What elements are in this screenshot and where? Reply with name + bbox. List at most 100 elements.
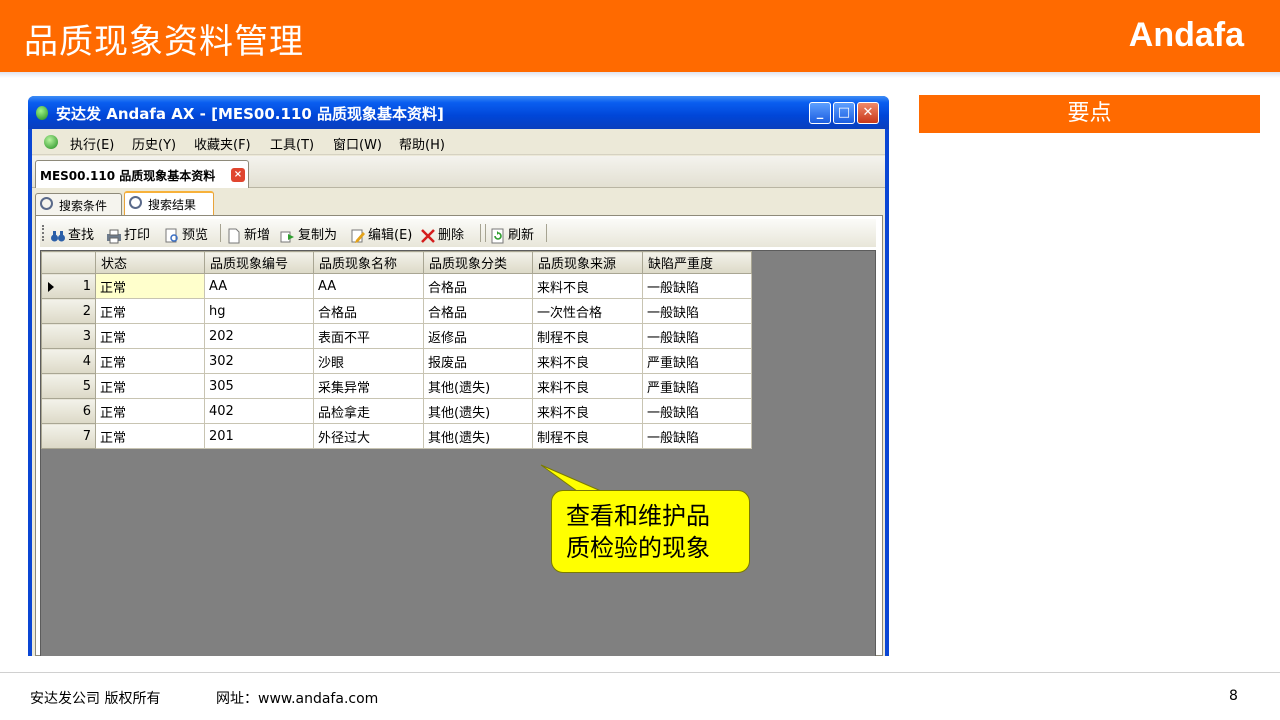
cell-severity[interactable]: 一般缺陷 [642, 273, 752, 299]
menu-tools[interactable]: 工具(T) [270, 134, 314, 153]
cell-category[interactable]: 返修品 [423, 323, 533, 349]
column-header-category[interactable]: 品质现象分类 [423, 251, 533, 274]
cell-severity[interactable]: 一般缺陷 [642, 323, 752, 349]
cell-name[interactable]: 合格品 [313, 298, 424, 324]
table-row[interactable]: 4 正常 302 沙眼 报废品 来料不良 严重缺陷 [41, 348, 752, 374]
cell-status[interactable]: 正常 [95, 423, 205, 449]
cell-code[interactable]: 305 [204, 373, 314, 399]
cell-name[interactable]: 品检拿走 [313, 398, 424, 424]
column-header-source[interactable]: 品质现象来源 [532, 251, 643, 274]
print-label: 打印 [124, 228, 151, 243]
cell-status[interactable]: 正常 [95, 273, 205, 299]
menu-execute[interactable]: 执行(E) [70, 134, 114, 153]
cell-source[interactable]: 来料不良 [532, 273, 643, 299]
table-row[interactable]: 7 正常 201 外径过大 其他(遗失) 制程不良 一般缺陷 [41, 423, 752, 449]
toolbar-grip[interactable] [42, 225, 45, 241]
cell-name[interactable]: 表面不平 [313, 323, 424, 349]
cell-category[interactable]: 其他(遗失) [423, 423, 533, 449]
row-header[interactable]: 5 [41, 373, 96, 399]
menu-logo-icon[interactable] [44, 135, 58, 149]
cell-name[interactable]: AA [313, 273, 424, 299]
data-grid-area: 状态 品质现象编号 品质现象名称 品质现象分类 品质现象来源 缺陷严重度 1 正… [40, 250, 876, 656]
preview-button[interactable]: 预览 [164, 224, 208, 244]
window-titlebar[interactable]: 安达发 Andafa AX - [MES00.110 品质现象基本资料] _ □… [28, 96, 889, 129]
cell-status[interactable]: 正常 [95, 398, 205, 424]
cell-category[interactable]: 合格品 [423, 273, 533, 299]
cell-name[interactable]: 沙眼 [313, 348, 424, 374]
cell-code[interactable]: 202 [204, 323, 314, 349]
cell-source[interactable]: 来料不良 [532, 348, 643, 374]
cell-category[interactable]: 合格品 [423, 298, 533, 324]
cell-source[interactable]: 制程不良 [532, 423, 643, 449]
cell-severity[interactable]: 一般缺陷 [642, 298, 752, 324]
minimize-icon: _ [816, 105, 824, 120]
menu-favorites[interactable]: 收藏夹(F) [194, 134, 251, 153]
document-tab[interactable]: MES00.110 品质现象基本资料 × [35, 160, 249, 188]
row-header[interactable]: 6 [41, 398, 96, 424]
binoculars-icon [51, 230, 65, 241]
cell-severity[interactable]: 一般缺陷 [642, 398, 752, 424]
new-label: 新增 [244, 228, 271, 243]
menu-help[interactable]: 帮助(H) [399, 134, 445, 153]
maximize-button[interactable]: □ [833, 102, 855, 124]
find-button[interactable]: 查找 [50, 224, 94, 244]
cell-source[interactable]: 来料不良 [532, 373, 643, 399]
toolbar-separator [485, 224, 486, 242]
row-header[interactable]: 2 [41, 298, 96, 324]
row-header-corner[interactable] [41, 251, 96, 274]
table-row[interactable]: 3 正常 202 表面不平 返修品 制程不良 一般缺陷 [41, 323, 752, 349]
tab-search-results[interactable]: 搜索结果 [124, 191, 214, 215]
cell-code[interactable]: 201 [204, 423, 314, 449]
menu-window[interactable]: 窗口(W) [333, 134, 382, 153]
table-row[interactable]: 2 正常 hg 合格品 合格品 一次性合格 一般缺陷 [41, 298, 752, 324]
tab-search-conditions[interactable]: 搜索条件 [35, 193, 122, 215]
cell-source[interactable]: 来料不良 [532, 398, 643, 424]
column-header-severity[interactable]: 缺陷严重度 [642, 251, 752, 274]
edit-button[interactable]: 编辑(E) [350, 224, 412, 244]
print-button[interactable]: 打印 [106, 224, 150, 244]
window-title: 安达发 Andafa AX - [MES00.110 品质现象基本资料] [56, 105, 444, 123]
magnifier-icon [40, 197, 53, 210]
cell-severity[interactable]: 严重缺陷 [642, 373, 752, 399]
cell-code[interactable]: hg [204, 298, 314, 324]
table-row[interactable]: 1 正常 AA AA 合格品 来料不良 一般缺陷 [41, 273, 752, 299]
tab-close-icon[interactable]: × [231, 168, 245, 182]
minimize-button[interactable]: _ [809, 102, 831, 124]
cell-status[interactable]: 正常 [95, 298, 205, 324]
footer-divider [0, 672, 1280, 673]
slide-header: 品质现象资料管理 Andafa [0, 0, 1280, 72]
cell-name[interactable]: 外径过大 [313, 423, 424, 449]
cell-code[interactable]: 302 [204, 348, 314, 374]
cell-code[interactable]: AA [204, 273, 314, 299]
header-divider [0, 72, 1280, 78]
copy-as-button[interactable]: 复制为 [280, 224, 337, 244]
cell-status[interactable]: 正常 [95, 348, 205, 374]
delete-button[interactable]: 删除 [420, 224, 464, 244]
cell-source[interactable]: 制程不良 [532, 323, 643, 349]
cell-severity[interactable]: 一般缺陷 [642, 423, 752, 449]
row-header[interactable]: 1 [41, 273, 96, 299]
column-header-code[interactable]: 品质现象编号 [204, 251, 314, 274]
cell-category[interactable]: 其他(遗失) [423, 373, 533, 399]
cell-code[interactable]: 402 [204, 398, 314, 424]
menu-history[interactable]: 历史(Y) [132, 134, 176, 153]
table-row[interactable]: 5 正常 305 采集异常 其他(遗失) 来料不良 严重缺陷 [41, 373, 752, 399]
row-header[interactable]: 4 [41, 348, 96, 374]
column-header-name[interactable]: 品质现象名称 [313, 251, 424, 274]
brand-logo-text: Andafa [1128, 16, 1244, 54]
table-row[interactable]: 6 正常 402 品检拿走 其他(遗失) 来料不良 一般缺陷 [41, 398, 752, 424]
edit-icon [351, 229, 365, 243]
new-button[interactable]: 新增 [226, 224, 270, 244]
cell-category[interactable]: 报废品 [423, 348, 533, 374]
column-header-status[interactable]: 状态 [95, 251, 205, 274]
cell-severity[interactable]: 严重缺陷 [642, 348, 752, 374]
row-header[interactable]: 3 [41, 323, 96, 349]
cell-name[interactable]: 采集异常 [313, 373, 424, 399]
cell-category[interactable]: 其他(遗失) [423, 398, 533, 424]
close-window-button[interactable]: ✕ [857, 102, 879, 124]
cell-status[interactable]: 正常 [95, 323, 205, 349]
cell-source[interactable]: 一次性合格 [532, 298, 643, 324]
cell-status[interactable]: 正常 [95, 373, 205, 399]
refresh-button[interactable]: 刷新 [490, 224, 534, 244]
row-header[interactable]: 7 [41, 423, 96, 449]
